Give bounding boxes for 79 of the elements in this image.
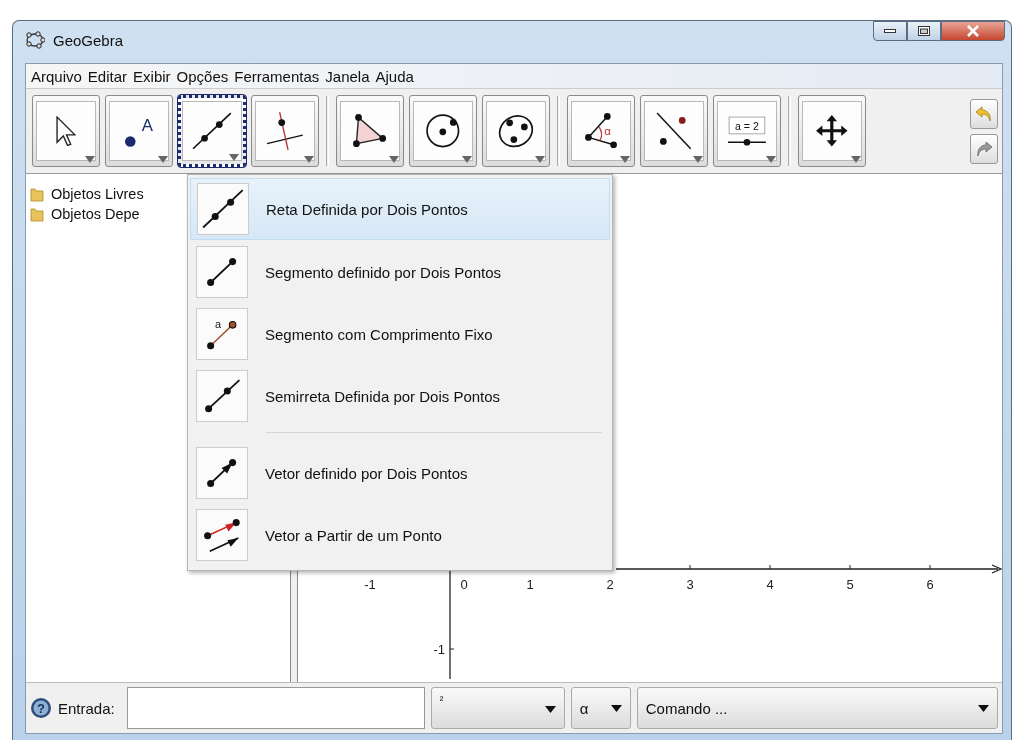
menu-bar-item[interactable]: Ferramentas: [231, 67, 323, 85]
menu-item[interactable]: a Segmento com Comprimento Fixo: [190, 304, 610, 364]
line-icon: [202, 189, 244, 229]
greek-dropdown[interactable]: α: [570, 687, 631, 729]
tool-button[interactable]: [178, 95, 246, 167]
circle-icon: [426, 114, 460, 148]
undo-button[interactable]: [970, 98, 998, 129]
help-icon[interactable]: ?: [30, 697, 52, 719]
dropdown-arrow-icon: [978, 704, 989, 712]
maximize-icon: [918, 26, 930, 36]
caret-icon: [85, 156, 95, 163]
axis-tick-label: 5: [846, 577, 854, 592]
line-and-points-icon: [656, 112, 692, 150]
vectors-icon: [203, 517, 241, 553]
move-arrows-icon: [815, 114, 849, 148]
minimize-button[interactable]: [873, 21, 907, 41]
tool-button[interactable]: [640, 95, 708, 167]
tree-item[interactable]: Objetos Depe: [51, 206, 140, 222]
perpendicular-lines-icon: [266, 111, 304, 151]
caret-icon: [229, 154, 239, 161]
caret-icon: [851, 156, 861, 163]
dropdown-arrow-icon: [544, 706, 556, 713]
vector-icon: [206, 457, 238, 489]
tool-button[interactable]: [409, 95, 477, 167]
axis-tick-label: 0: [460, 577, 468, 592]
menu-item[interactable]: Vetor a Partir de um Ponto: [190, 505, 610, 565]
menu-bar-item[interactable]: Editar: [84, 67, 131, 85]
window-title: GeoGebra: [53, 31, 124, 49]
menu-bar-item[interactable]: Ajuda: [372, 67, 417, 85]
segment-icon: [206, 256, 238, 288]
axis-tick-label: 3: [686, 577, 694, 592]
menu-bar-item[interactable]: Janela: [322, 67, 373, 85]
caret-icon: [693, 156, 703, 163]
line-icon: [192, 112, 232, 150]
caret-icon: [158, 156, 168, 163]
axis-tick-label: 6: [926, 577, 934, 592]
menu-bar-item[interactable]: Opções: [173, 67, 232, 85]
axis-tick-label: 4: [766, 577, 774, 592]
tree-item[interactable]: Objetos Livres: [51, 186, 144, 202]
caret-icon: [462, 156, 472, 163]
folder-icon: [30, 206, 44, 222]
menu-item[interactable]: Segmento definido por Dois Pontos: [190, 242, 610, 302]
command-dropdown[interactable]: Comando ...: [636, 687, 998, 729]
tool-button[interactable]: [798, 95, 866, 167]
tool-button[interactable]: α: [567, 95, 635, 167]
menu-bar-item[interactable]: Exibir: [130, 67, 174, 85]
menu-item[interactable]: Reta Definida por Dois Pontos: [190, 178, 610, 240]
folder-icon: [30, 186, 44, 202]
input-label: Entrada:: [58, 699, 115, 717]
minimize-icon: [884, 28, 896, 34]
axis-tick-label: -1: [433, 642, 445, 657]
menu-bar-item[interactable]: Arquivo: [28, 67, 85, 85]
menu-item[interactable]: Vetor definido por Dois Pontos: [190, 443, 610, 503]
axis-tick-label: 1: [526, 577, 534, 592]
axis-tick-label: -1: [364, 577, 376, 592]
caret-icon: [389, 156, 399, 163]
caret-icon: [620, 156, 630, 163]
close-button[interactable]: [941, 21, 1005, 41]
ray-icon: [203, 378, 241, 414]
undo-icon: [974, 103, 994, 124]
redo-button[interactable]: [970, 133, 998, 164]
input-field[interactable]: [126, 687, 425, 729]
cursor-arrow-icon: [56, 115, 76, 147]
tool-button[interactable]: [482, 95, 550, 167]
caret-icon: [304, 156, 314, 163]
dropdown-arrow-icon: [610, 704, 622, 712]
app-logo-icon: [25, 31, 45, 49]
axis-tick-label: 2: [606, 577, 614, 592]
close-icon: [966, 25, 980, 37]
symbol-dropdown[interactable]: ²: [430, 687, 565, 729]
triangle-icon: [352, 113, 388, 149]
maximize-button[interactable]: [907, 21, 941, 41]
tool-button[interactable]: [336, 95, 404, 167]
redo-icon: [974, 138, 994, 159]
menu-item[interactable]: Semirreta Definida por Dois Pontos: [190, 366, 610, 426]
tool-button[interactable]: a = 2: [713, 95, 781, 167]
caret-icon: [766, 156, 776, 163]
caret-icon: [535, 156, 545, 163]
tool-button[interactable]: A: [105, 95, 173, 167]
